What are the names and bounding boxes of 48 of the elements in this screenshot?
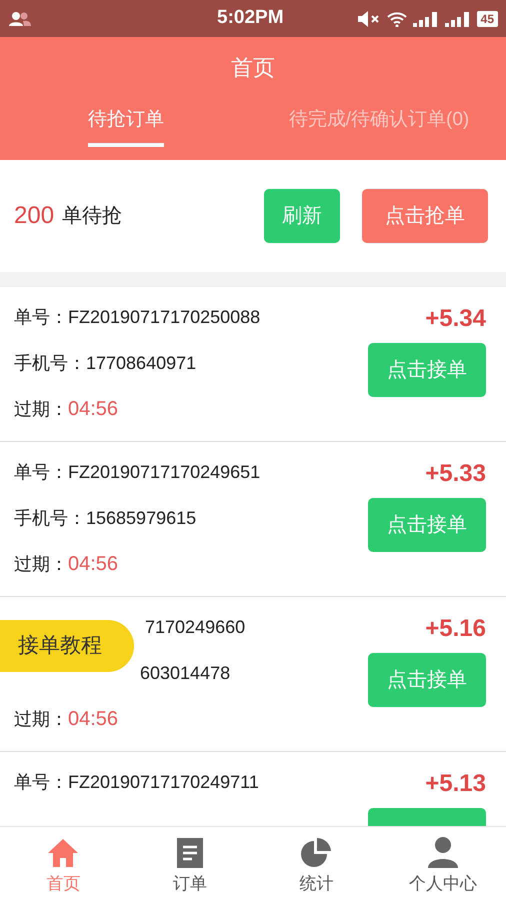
order-label: 单号： — [14, 460, 68, 484]
pending-count: 200 — [14, 201, 54, 231]
tutorial-button[interactable]: 接单教程 — [0, 620, 134, 672]
tab[interactable]: 待抢订单 — [88, 106, 164, 146]
amount: +5.34 — [425, 305, 486, 333]
nav-tab[interactable]: 统计 — [253, 827, 380, 900]
amount: +5.16 — [425, 615, 486, 643]
people-icon — [8, 10, 32, 26]
signal-icon — [444, 10, 471, 26]
phone-number: 603014478 — [139, 662, 230, 684]
phone-label: 手机号： — [14, 352, 86, 374]
pending-label: 单待抢 — [62, 204, 122, 229]
phone-number: 17708640971 — [86, 352, 196, 374]
order-number: FZ20190717170250088 — [68, 306, 260, 328]
document-icon — [176, 838, 203, 868]
expiry-time: 04:56 — [68, 397, 118, 422]
nav-tab[interactable]: 订单 — [126, 827, 253, 900]
order-label: 单号： — [14, 770, 68, 794]
phone-number: 15685979615 — [86, 506, 196, 530]
expiry-label: 过期： — [14, 398, 68, 420]
person-icon — [428, 836, 458, 868]
order-number: 7170249660 — [144, 616, 246, 638]
amount: +5.13 — [425, 770, 486, 798]
clock-time: 5:02PM — [217, 6, 284, 30]
grab-order-button[interactable]: 点击抢单 — [362, 189, 488, 243]
signal-icon — [412, 10, 439, 26]
wifi-icon — [386, 10, 407, 26]
refresh-button[interactable]: 刷新 — [264, 189, 340, 243]
order-number: FZ20190717170249651 — [68, 460, 260, 484]
expiry-label: 过期： — [14, 552, 68, 576]
nav-tab[interactable]: 个人中心 — [380, 827, 506, 900]
accept-order-button[interactable]: 点击接单 — [368, 653, 486, 707]
home-icon — [47, 838, 80, 868]
accept-order-button[interactable]: 点击接单 — [368, 498, 486, 552]
expiry-time: 04:56 — [68, 707, 118, 732]
expiry-label: 过期： — [14, 708, 68, 730]
page-title: 首页 — [231, 54, 275, 82]
phone-label: 手机号： — [14, 506, 86, 530]
accept-order-button[interactable]: 点击接单 — [368, 343, 486, 397]
battery-level: 45 — [476, 10, 498, 26]
expiry-time: 04:56 — [68, 552, 118, 577]
amount: +5.33 — [425, 460, 486, 488]
order-number: FZ20190717170249711 — [68, 770, 259, 794]
pie-chart-icon — [301, 838, 332, 868]
mute-icon — [356, 10, 381, 26]
order-label: 单号： — [14, 306, 68, 328]
tab[interactable]: 待完成/待确认订单(0) — [288, 106, 470, 146]
nav-tab[interactable]: 首页 — [0, 827, 126, 900]
